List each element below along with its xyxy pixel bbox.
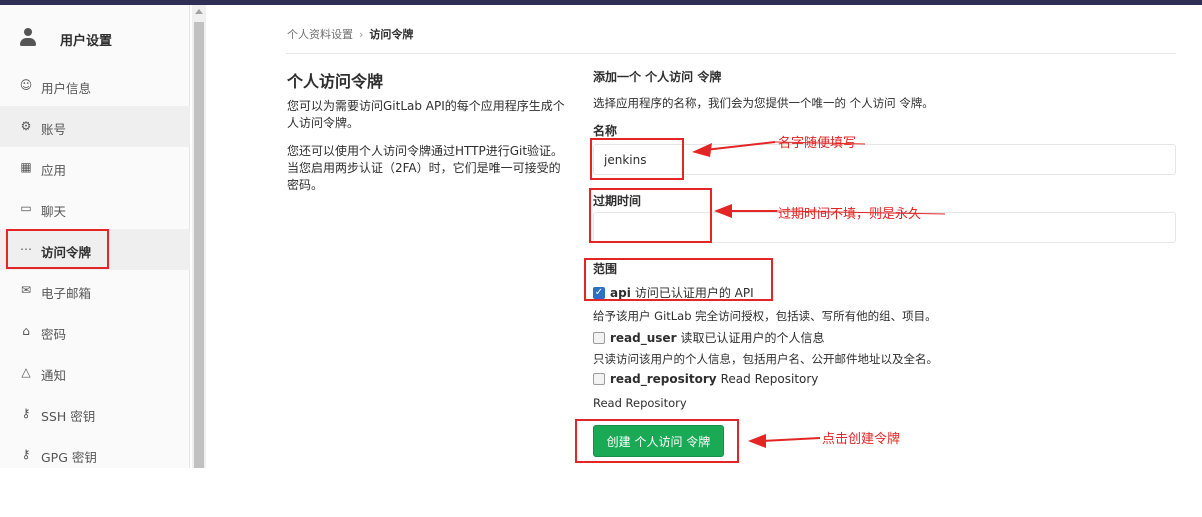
breadcrumb-divider [286,53,1176,54]
chat-icon: ▭ [20,201,32,215]
scope-read-repository-row[interactable]: read_repository Read Repository [593,372,818,386]
scope-name: read_repository [610,372,717,386]
scope-help: 只读访问该用户的个人信息，包括用户名、公开邮件地址以及全名。 [593,352,938,366]
sidebar-header[interactable]: 用户设置 [0,18,190,58]
breadcrumb-current: 访问令牌 [369,28,414,41]
applications-icon: ▦ [20,160,32,174]
annotation-highlight-box [584,258,773,301]
sidebar-item-label: 通知 [41,368,67,383]
annotation-name-hint: 名字随便填写 [778,136,857,151]
breadcrumb: 个人资料设置 › 访问令牌 [287,26,413,42]
sidebar-item-label: 应用 [41,163,67,178]
sidebar-item-ssh-keys[interactable]: ⚷ SSH 密钥 [0,393,190,434]
name-label: 名称 [593,124,618,138]
sidebar-item-emails[interactable]: ✉ 电子邮箱 [0,270,190,311]
info-paragraph: 您可以为需要访问GitLab API的每个应用程序生成个人访问令牌。 [287,99,565,130]
breadcrumb-separator: › [359,28,364,41]
scope-text: 读取已认证用户的个人信息 [680,331,825,345]
page-title: 个人访问令牌 [287,72,384,91]
sidebar-item-label: GPG 密钥 [41,450,97,465]
scroll-up-arrow-icon[interactable] [195,9,203,14]
key-icon: ⚷ [21,447,31,461]
account-icon: ⚙ [20,119,32,133]
annotation-highlight-box [590,138,684,180]
scope-help: Read Repository [593,396,687,410]
sidebar-item-notifications[interactable]: △ 通知 [0,352,190,393]
scope-help: 给予该用户 GitLab 完全访问授权，包括读、写所有他的组、项目。 [593,309,937,323]
sidebar-item-account[interactable]: ⚙ 账号 [0,106,190,147]
breadcrumb-parent[interactable]: 个人资料设置 [287,28,353,41]
sidebar-item-profile[interactable]: ☺ 用户信息 [0,65,190,106]
scope-read-user-checkbox[interactable] [593,331,605,344]
scope-text: Read Repository [720,372,819,386]
bell-icon: △ [21,365,31,379]
scope-name: read_user [610,330,677,345]
annotation-create-hint: 点击创建令牌 [822,432,901,447]
sidebar-scrollbar-thumb[interactable] [194,22,204,468]
profile-icon: ☺ [19,78,33,92]
info-paragraph: 您还可以使用个人访问令牌通过HTTP进行Git验证。 当您启用两步认证（2FA）… [287,144,564,192]
user-icon [20,26,36,48]
lock-icon: ⌂ [22,324,30,338]
annotation-expires-hint: 过期时间不填，则是永久 [778,207,922,222]
annotation-highlight-box [589,188,712,243]
annotation-highlight-box [575,419,739,463]
sidebar-item-applications[interactable]: ▦ 应用 [0,147,190,188]
sidebar-title: 用户设置 [60,34,113,49]
scope-read-user-row[interactable]: read_user 读取已认证用户的个人信息 [593,329,825,346]
sidebar-item-label: 用户信息 [41,81,92,96]
annotation-highlight-box [6,229,109,269]
key-icon: ⚷ [21,406,31,420]
sidebar-item-label: 密码 [41,327,67,342]
sidebar-item-chat[interactable]: ▭ 聊天 [0,188,190,229]
sidebar-item-label: 账号 [41,122,67,137]
scope-read-repository-checkbox[interactable] [593,373,605,385]
form-description: 选择应用程序的名称，我们会为您提供一个唯一的 个人访问 令牌。 [593,96,934,110]
sidebar-item-password[interactable]: ⌂ 密码 [0,311,190,352]
email-icon: ✉ [20,283,32,297]
sidebar-item-label: 电子邮箱 [41,286,92,301]
sidebar-item-gpg-keys[interactable]: ⚷ GPG 密钥 [0,434,190,475]
form-title: 添加一个 个人访问 令牌 [593,70,722,84]
sidebar-item-label: SSH 密钥 [41,409,96,424]
sidebar-item-label: 聊天 [41,204,67,219]
